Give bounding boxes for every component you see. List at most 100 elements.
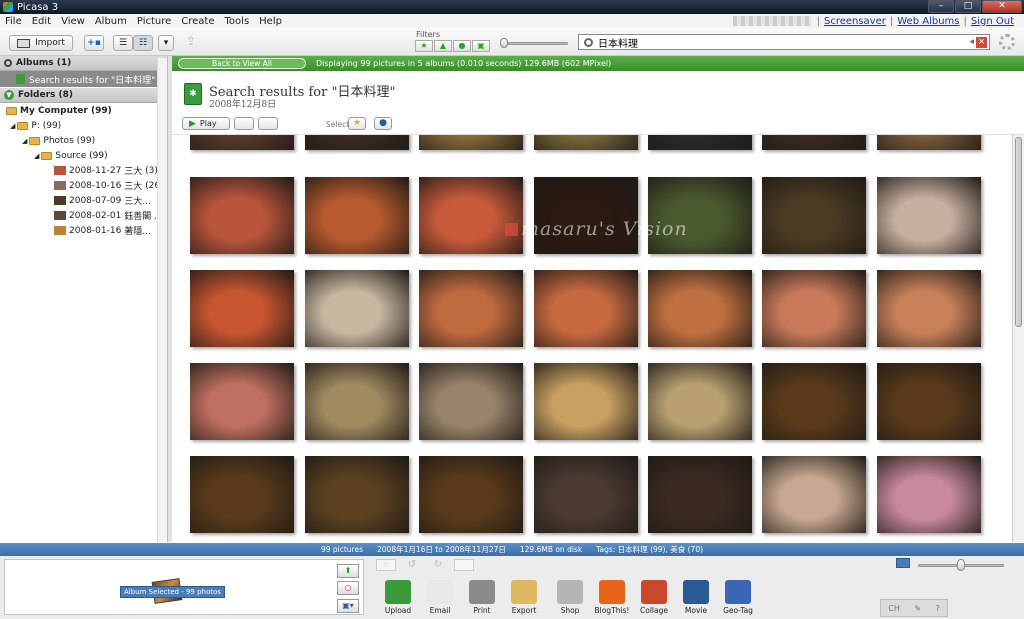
- menu-help[interactable]: Help: [254, 16, 287, 27]
- blogthis-button[interactable]: BlogThis!: [592, 580, 632, 615]
- tree-view-button[interactable]: ☷: [133, 35, 153, 51]
- photo-thumbnail[interactable]: [648, 177, 752, 254]
- minimize-button[interactable]: –: [928, 0, 954, 13]
- web-albums-link[interactable]: Web Albums: [893, 16, 963, 27]
- photo-thumbnail[interactable]: [305, 177, 409, 254]
- photo-thumbnail[interactable]: [534, 135, 638, 150]
- photo-thumbnail[interactable]: [534, 456, 638, 533]
- photo-thumbnail[interactable]: [419, 177, 523, 254]
- photo-thumbnail[interactable]: [762, 270, 866, 347]
- upload-button[interactable]: Upload: [378, 580, 418, 615]
- photo-thumbnail[interactable]: [762, 135, 866, 150]
- sidebar-item-folder[interactable]: 2008-11-27 三大 (3): [0, 163, 167, 178]
- photo-thumbnail[interactable]: [877, 135, 981, 150]
- web-album-button[interactable]: [258, 117, 278, 130]
- menu-edit[interactable]: Edit: [27, 16, 56, 27]
- menu-create[interactable]: Create: [176, 16, 219, 27]
- zoom-out-icon[interactable]: [896, 558, 910, 568]
- albums-section-header[interactable]: Albums (1): [0, 56, 167, 71]
- add-album-button[interactable]: +▪: [84, 35, 104, 51]
- hold-button[interactable]: ⬆: [337, 564, 359, 578]
- print-button[interactable]: Print: [462, 580, 502, 615]
- menu-file[interactable]: File: [0, 16, 27, 27]
- photo-thumbnail[interactable]: [762, 363, 866, 440]
- clear-search-button[interactable]: ×: [976, 36, 987, 48]
- folders-section-header[interactable]: ▼ Folders (8): [0, 88, 167, 103]
- movie-button[interactable]: Movie: [676, 580, 716, 615]
- tag-tool-icon[interactable]: [454, 559, 474, 571]
- play-slideshow-button[interactable]: ▶ Play: [182, 117, 230, 130]
- photo-thumbnail[interactable]: [305, 135, 409, 150]
- photo-thumbnail[interactable]: [190, 456, 294, 533]
- close-button[interactable]: ✕: [982, 0, 1022, 13]
- menu-picture[interactable]: Picture: [132, 16, 176, 27]
- star-tool-icon[interactable]: ☆: [376, 559, 396, 571]
- photo-thumbnail[interactable]: [648, 270, 752, 347]
- screensaver-link[interactable]: Screensaver: [820, 16, 890, 27]
- scrollbar-thumb[interactable]: [1015, 137, 1022, 327]
- sidebar-item-folder[interactable]: 2008-10-16 三大 (26): [0, 178, 167, 193]
- photo-thumbnail[interactable]: [877, 270, 981, 347]
- sign-out-link[interactable]: Sign Out: [967, 16, 1018, 27]
- geo-tag-button[interactable]: Geo-Tag: [718, 580, 758, 615]
- rotate-left-icon[interactable]: ↺: [402, 559, 422, 571]
- sidebar-item-search-results[interactable]: Search results for "日本料理": [0, 71, 167, 87]
- photo-thumbnail[interactable]: [305, 363, 409, 440]
- view-dropdown-button[interactable]: ▾: [158, 35, 174, 51]
- filter-video-button[interactable]: ▣: [472, 40, 490, 52]
- language-bar[interactable]: CH ✎ ?: [880, 599, 948, 617]
- back-to-view-all-button[interactable]: Back to View All: [178, 58, 306, 69]
- photo-thumbnail[interactable]: [190, 363, 294, 440]
- photo-grid-scrollbar[interactable]: [1012, 135, 1024, 542]
- collage-button[interactable]: Collage: [634, 580, 674, 615]
- photo-thumbnail[interactable]: [534, 177, 638, 254]
- date-filter-knob[interactable]: [500, 38, 508, 48]
- photo-thumbnail[interactable]: [877, 177, 981, 254]
- add-to-album-button[interactable]: ▣▾: [337, 599, 359, 613]
- photo-thumbnail[interactable]: [419, 363, 523, 440]
- email-album-button[interactable]: [234, 117, 254, 130]
- photo-thumbnail[interactable]: [648, 363, 752, 440]
- search-input[interactable]: [596, 35, 970, 49]
- photo-thumbnail[interactable]: [877, 363, 981, 440]
- menu-album[interactable]: Album: [90, 16, 132, 27]
- photo-thumbnail[interactable]: [190, 135, 294, 150]
- filter-star-button[interactable]: ★: [415, 40, 433, 52]
- select-people-button[interactable]: ●: [374, 117, 392, 130]
- sidebar-item-folder[interactable]: 2008-07-09 三大...: [0, 193, 167, 208]
- menu-view[interactable]: View: [56, 16, 90, 27]
- photo-thumbnail[interactable]: [419, 270, 523, 347]
- shop-button[interactable]: Shop: [550, 580, 590, 615]
- import-button[interactable]: Import: [9, 35, 73, 51]
- list-view-button[interactable]: ☰: [113, 35, 133, 51]
- photo-thumbnail[interactable]: [305, 456, 409, 533]
- sidebar-item-source[interactable]: ◢ Source (99): [0, 148, 167, 163]
- photo-thumbnail[interactable]: [305, 270, 409, 347]
- filter-people-button[interactable]: ●: [453, 40, 471, 52]
- sidebar-scrollbar[interactable]: [157, 58, 167, 542]
- sidebar-item-photos[interactable]: ◢ Photos (99): [0, 133, 167, 148]
- menu-tools[interactable]: Tools: [220, 16, 255, 27]
- sidebar-item-drive-p[interactable]: ◢ P: (99): [0, 118, 167, 133]
- search-back-icon[interactable]: ◂: [969, 37, 974, 47]
- photo-thumbnail[interactable]: [877, 456, 981, 533]
- photo-thumbnail[interactable]: [534, 363, 638, 440]
- photo-thumbnail[interactable]: [419, 456, 523, 533]
- thumbnail-size-knob[interactable]: [957, 559, 965, 571]
- sidebar-item-my-computer[interactable]: My Computer (99): [0, 103, 167, 118]
- photo-thumbnail[interactable]: [534, 270, 638, 347]
- photo-thumbnail[interactable]: [762, 177, 866, 254]
- filter-upload-button[interactable]: ▲: [434, 40, 452, 52]
- sidebar-item-folder[interactable]: 2008-02-01 鈺善閣 ...: [0, 208, 167, 223]
- date-filter-slider[interactable]: [502, 42, 568, 45]
- select-starred-button[interactable]: ★: [348, 117, 366, 130]
- clear-tray-button[interactable]: ○: [337, 581, 359, 595]
- maximize-button[interactable]: □: [955, 0, 981, 13]
- photo-thumbnail[interactable]: [190, 177, 294, 254]
- email-button[interactable]: Email: [420, 580, 460, 615]
- photo-thumbnail[interactable]: [648, 135, 752, 150]
- photo-thumbnail[interactable]: [190, 270, 294, 347]
- sidebar-item-folder[interactable]: 2008-01-16 著隱...: [0, 223, 167, 238]
- photo-thumbnail[interactable]: [762, 456, 866, 533]
- export-button[interactable]: Export: [504, 580, 544, 615]
